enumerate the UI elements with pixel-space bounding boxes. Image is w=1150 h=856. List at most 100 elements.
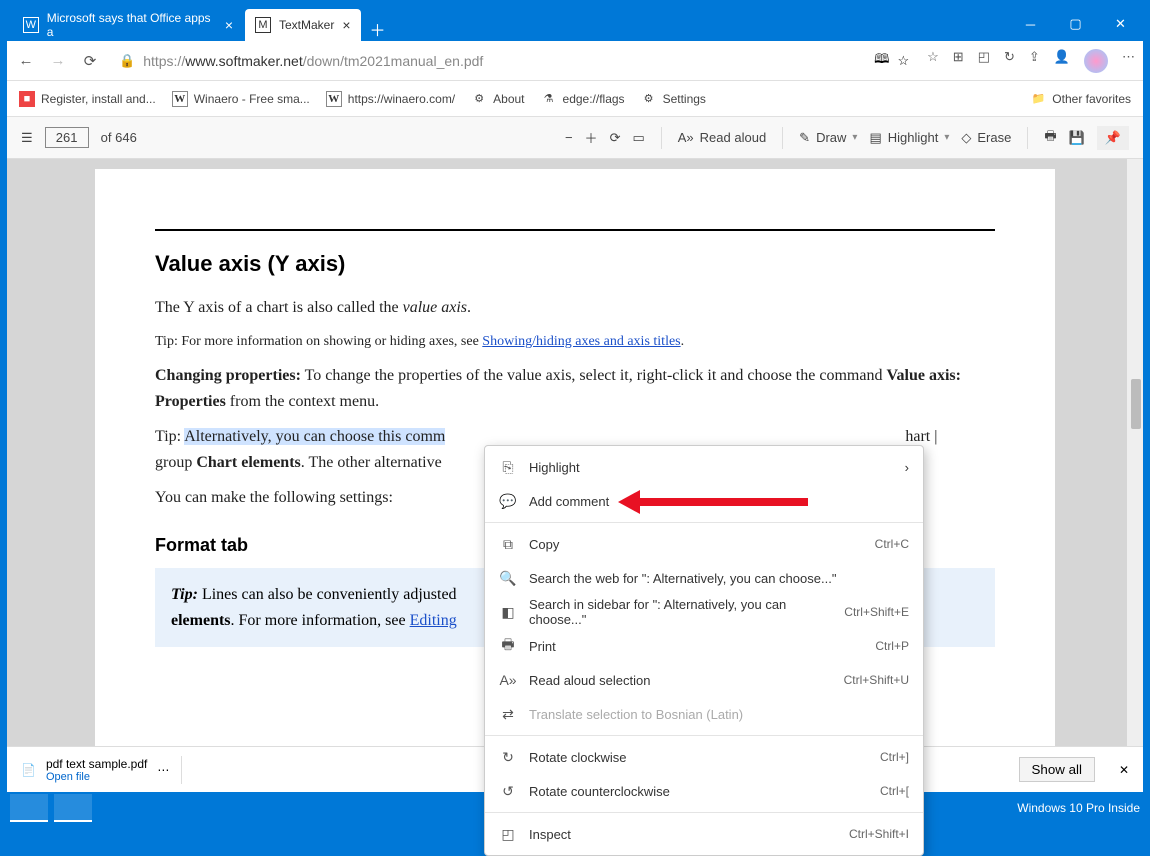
paragraph: The Y axis of a chart is also called the… bbox=[155, 295, 995, 321]
new-tab-button[interactable]: ＋ bbox=[363, 17, 393, 41]
bookmark-1[interactable]: WWinaero - Free sma... bbox=[172, 91, 310, 107]
selected-text: Alternatively, you can choose this comm bbox=[184, 428, 445, 445]
page-input[interactable]: 261 bbox=[45, 127, 89, 148]
translate-icon[interactable]: ☆ bbox=[897, 53, 909, 69]
highlight-icon: ▤ bbox=[869, 130, 881, 146]
tab-1[interactable]: M TextMaker × bbox=[245, 9, 361, 41]
read-aloud-button[interactable]: A»Read aloud bbox=[678, 130, 766, 145]
shortcut: Ctrl+P bbox=[875, 639, 909, 653]
rotate-icon[interactable]: ⟳ bbox=[610, 130, 621, 146]
highlight-button[interactable]: ▤Highlight▾ bbox=[869, 130, 949, 146]
sync-icon[interactable]: ↻ bbox=[1004, 49, 1015, 73]
scrollbar[interactable] bbox=[1127, 159, 1143, 746]
taskbar-item[interactable] bbox=[10, 794, 48, 822]
taskbar-item[interactable] bbox=[54, 794, 92, 822]
menu-label: Search in sidebar for ": Alternatively, … bbox=[529, 597, 832, 627]
other-favorites[interactable]: 📁Other favorites bbox=[1030, 91, 1131, 107]
menu-icon[interactable]: ⋯ bbox=[1122, 49, 1135, 73]
close-button[interactable]: ✕ bbox=[1098, 7, 1143, 41]
close-icon[interactable]: × bbox=[342, 17, 350, 33]
address-bar: ← → ⟳ 🔒 https://www.softmaker.net/down/t… bbox=[7, 41, 1143, 81]
url-text: https://www.softmaker.net/down/tm2021man… bbox=[143, 53, 866, 69]
menu-icon: ◰ bbox=[499, 826, 517, 843]
download-item[interactable]: 📄 pdf text sample.pdf Open file ⋯ bbox=[21, 757, 169, 783]
favorites-icon[interactable]: ☆ bbox=[927, 49, 939, 73]
reader-icon[interactable]: 🕮 bbox=[874, 50, 889, 72]
context-menu-item: ⇄Translate selection to Bosnian (Latin) bbox=[485, 697, 923, 731]
fit-page-icon[interactable]: ▭ bbox=[632, 130, 644, 146]
context-menu-item[interactable]: 🔍Search the web for ": Alternatively, yo… bbox=[485, 561, 923, 595]
context-menu-item[interactable]: ◧ Search in sidebar for ": Alternatively,… bbox=[485, 595, 923, 629]
context-menu-item[interactable]: ↺Rotate counterclockwiseCtrl+[ bbox=[485, 774, 923, 808]
flask-icon: ⚗ bbox=[541, 91, 557, 107]
extension-icon[interactable]: ◰ bbox=[978, 49, 990, 73]
menu-icon: ◧ bbox=[499, 604, 517, 621]
gear-icon: ⚙ bbox=[471, 91, 487, 107]
pin-icon[interactable]: 📌 bbox=[1097, 126, 1129, 150]
taskbar-text: Windows 10 Pro Inside bbox=[1017, 801, 1140, 815]
link[interactable]: Showing/hiding axes and axis titles bbox=[482, 334, 680, 349]
zoom-out-button[interactable]: − bbox=[565, 130, 573, 145]
menu-label: Search the web for ": Alternatively, you… bbox=[529, 571, 909, 586]
context-menu-item[interactable]: A»Read aloud selectionCtrl+Shift+U bbox=[485, 663, 923, 697]
bookmarks-bar: ■Register, install and... WWinaero - Fre… bbox=[7, 81, 1143, 117]
menu-label: Highlight bbox=[529, 460, 893, 475]
close-icon[interactable]: ✕ bbox=[1119, 763, 1129, 777]
show-all-button[interactable]: Show all bbox=[1019, 757, 1095, 782]
erase-icon: ◇ bbox=[961, 130, 971, 146]
page-total: of 646 bbox=[101, 130, 137, 145]
bookmark-3[interactable]: ⚙About bbox=[471, 91, 524, 107]
menu-label: Print bbox=[529, 639, 863, 654]
link[interactable]: Editing bbox=[410, 612, 457, 629]
tab-0[interactable]: W Microsoft says that Office apps a × bbox=[13, 9, 243, 41]
shortcut: Ctrl+C bbox=[875, 537, 909, 551]
save-icon[interactable]: 💾 bbox=[1069, 130, 1085, 146]
bookmark-5[interactable]: ⚙Settings bbox=[641, 91, 706, 107]
chevron-down-icon[interactable]: ▾ bbox=[944, 132, 949, 143]
share-icon[interactable]: ⇪ bbox=[1029, 49, 1040, 73]
menu-icon: ⇄ bbox=[499, 706, 517, 723]
context-menu-item[interactable]: 🖶PrintCtrl+P bbox=[485, 629, 923, 663]
minimize-button[interactable]: ─ bbox=[1008, 7, 1053, 41]
bookmark-2[interactable]: Whttps://winaero.com/ bbox=[326, 91, 455, 107]
contents-icon[interactable]: ☰ bbox=[21, 130, 33, 146]
menu-icon: A» bbox=[499, 672, 517, 688]
bookmark-0[interactable]: ■Register, install and... bbox=[19, 91, 156, 107]
context-menu-item[interactable]: ↻Rotate clockwiseCtrl+] bbox=[485, 740, 923, 774]
back-button[interactable]: ← bbox=[15, 52, 37, 69]
avatar[interactable] bbox=[1084, 49, 1108, 73]
speaker-icon: A» bbox=[678, 130, 694, 145]
lock-icon: 🔒 bbox=[119, 53, 135, 69]
bookmark-4[interactable]: ⚗edge://flags bbox=[541, 91, 625, 107]
menu-icon: ↻ bbox=[499, 749, 517, 766]
shortcut: Ctrl+Shift+I bbox=[849, 827, 909, 841]
erase-button[interactable]: ◇Erase bbox=[961, 130, 1011, 146]
more-icon[interactable]: ⋯ bbox=[157, 763, 169, 777]
menu-label: Rotate counterclockwise bbox=[529, 784, 868, 799]
open-file-link[interactable]: Open file bbox=[46, 771, 147, 783]
paragraph: Changing properties: To change the prope… bbox=[155, 363, 995, 414]
shortcut: Ctrl+Shift+U bbox=[844, 673, 909, 687]
bookmark-icon: W bbox=[172, 91, 188, 107]
maximize-button[interactable]: ▢ bbox=[1053, 7, 1098, 41]
pen-icon: ✎ bbox=[799, 130, 810, 146]
chevron-down-icon[interactable]: ▾ bbox=[852, 132, 857, 143]
refresh-button[interactable]: ⟳ bbox=[79, 52, 101, 70]
toolbar-icons: ☆ ⊞ ◰ ↻ ⇪ 👤 ⋯ bbox=[927, 49, 1135, 73]
person-icon[interactable]: 👤 bbox=[1054, 49, 1070, 73]
zoom-in-button[interactable]: ＋ bbox=[585, 128, 598, 147]
chevron-right-icon: › bbox=[905, 460, 909, 475]
context-menu-item[interactable]: ⎘Highlight› bbox=[485, 450, 923, 484]
menu-icon: ↺ bbox=[499, 783, 517, 800]
url-box[interactable]: 🔒 https://www.softmaker.net/down/tm2021m… bbox=[111, 50, 917, 72]
tab-label: Microsoft says that Office apps a bbox=[47, 11, 217, 39]
close-icon[interactable]: × bbox=[225, 17, 233, 33]
draw-button[interactable]: ✎Draw▾ bbox=[799, 130, 857, 146]
print-icon[interactable]: 🖶 bbox=[1044, 127, 1056, 149]
context-menu-item[interactable]: ⧉CopyCtrl+C bbox=[485, 527, 923, 561]
context-menu-item[interactable]: ◰InspectCtrl+Shift+I bbox=[485, 817, 923, 851]
shortcut: Ctrl+] bbox=[880, 750, 909, 764]
bookmark-icon: ■ bbox=[19, 91, 35, 107]
collections-icon[interactable]: ⊞ bbox=[953, 49, 964, 73]
scrollbar-thumb[interactable] bbox=[1131, 379, 1141, 429]
